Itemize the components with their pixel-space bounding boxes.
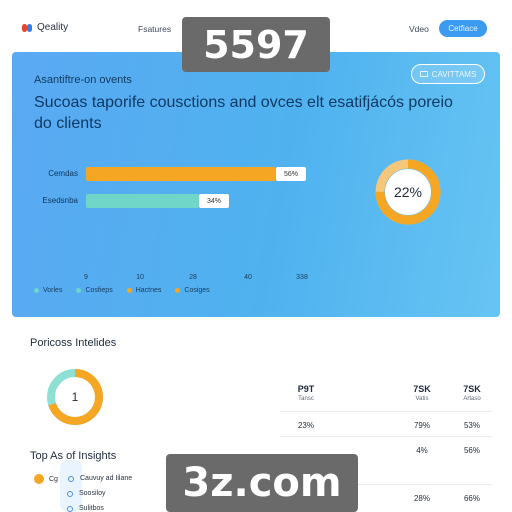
bar-value-label: 56% [276, 167, 306, 181]
legend-label: Vorles [43, 287, 63, 294]
insights-row[interactable]: Cauvuy ad Iilane [68, 475, 132, 482]
stat-column: 7SK Vatis [402, 384, 442, 402]
chart-legend: Vorles Cosfieps Hactnes Cosiges [34, 287, 210, 294]
legend-label: Hactnes [135, 287, 162, 294]
hero-eyebrow: Asantiftre-on ovents [34, 74, 132, 86]
stat-column: P9T Tansc [286, 384, 326, 402]
stat-column-subheader: Artaso [463, 396, 481, 402]
legend-dot-icon [126, 288, 132, 293]
stat-cell: 56% [463, 446, 480, 455]
x-tick-label: 10 [136, 274, 144, 281]
bar [86, 167, 276, 181]
stat-cell: 53% [463, 421, 480, 430]
circle-icon [68, 476, 74, 482]
overlay-number-stamp: 5597 [182, 17, 330, 72]
brand-logo[interactable]: Qeality [22, 22, 68, 33]
row-divider [280, 436, 492, 437]
bar-category-label: Esedsnba [42, 196, 78, 205]
bar-category-label: Cemdas [48, 169, 78, 178]
stat-cell: 28% [413, 494, 430, 503]
overlay-domain-stamp: 3z.com [166, 454, 358, 512]
hero-action-button[interactable]: CAVITTAMS [411, 64, 485, 84]
stat-cell: 4% [416, 446, 428, 455]
brand-name: Qeality [37, 22, 69, 33]
insights-row-label: Cauvuy ad Iilane [80, 475, 133, 482]
header-cta-button[interactable]: Cetfiace [439, 20, 487, 37]
nav-link-video[interactable]: Vdeo [409, 24, 429, 34]
stat-cell: 66% [463, 494, 480, 503]
hero-card: Asantiftre-on ovents Sucoas taporife cou… [12, 52, 500, 317]
legend-item: Hactnes [126, 287, 162, 294]
stat-column-header: 7SK [463, 384, 481, 394]
stat-column: 7SK Artaso [452, 384, 492, 402]
legend-item: Cosfieps [76, 287, 113, 294]
hero-title: Sucoas taporife cousctions and ovces elt… [34, 94, 453, 132]
row-divider [280, 411, 492, 412]
logo-icon [22, 23, 34, 33]
bar [86, 194, 199, 208]
nav-link-features[interactable]: Fsatures [138, 24, 171, 34]
insights-item[interactable]: Cg [34, 474, 58, 484]
stat-column-header: P9T [297, 384, 315, 394]
x-tick-label: 338 [296, 274, 308, 281]
legend-dot-icon [34, 288, 39, 293]
dot-icon [34, 474, 44, 484]
insights-row[interactable]: Soosiloy [67, 490, 105, 497]
circle-icon [67, 506, 73, 512]
x-tick-label: 40 [244, 274, 252, 281]
x-tick-label: 28 [189, 274, 197, 281]
stat-cell: 23% [297, 421, 314, 430]
insights-item-label: Cg [49, 475, 58, 483]
legend-dot-icon [76, 288, 82, 293]
hero-donut-label: 22% [393, 184, 423, 200]
hero-action-label: CAVITTAMS [431, 69, 477, 79]
calendar-icon [419, 71, 428, 77]
legend-label: Cosiges [184, 287, 210, 294]
stat-column-subheader: Tansc [298, 396, 314, 402]
insights-row[interactable]: Sulitbos [67, 505, 104, 512]
stat-column-subheader: Vatis [415, 396, 429, 402]
bar-value-label: 34% [199, 194, 229, 208]
circle-icon [67, 491, 73, 497]
stat-column-header: 7SK [413, 384, 431, 394]
legend-item: Vorles [34, 287, 62, 294]
legend-label: Cosfieps [85, 287, 113, 294]
insights-row-label: Soosiloy [79, 490, 106, 497]
legend-dot-icon [175, 288, 181, 293]
x-tick-label: 9 [84, 274, 88, 281]
insights-row-label: Sulitbos [79, 505, 104, 512]
insights-donut-label: 1 [71, 390, 79, 404]
section-title: Poricoss Intelides [30, 337, 117, 349]
legend-item: Cosiges [175, 287, 210, 294]
stat-cell: 79% [413, 421, 430, 430]
